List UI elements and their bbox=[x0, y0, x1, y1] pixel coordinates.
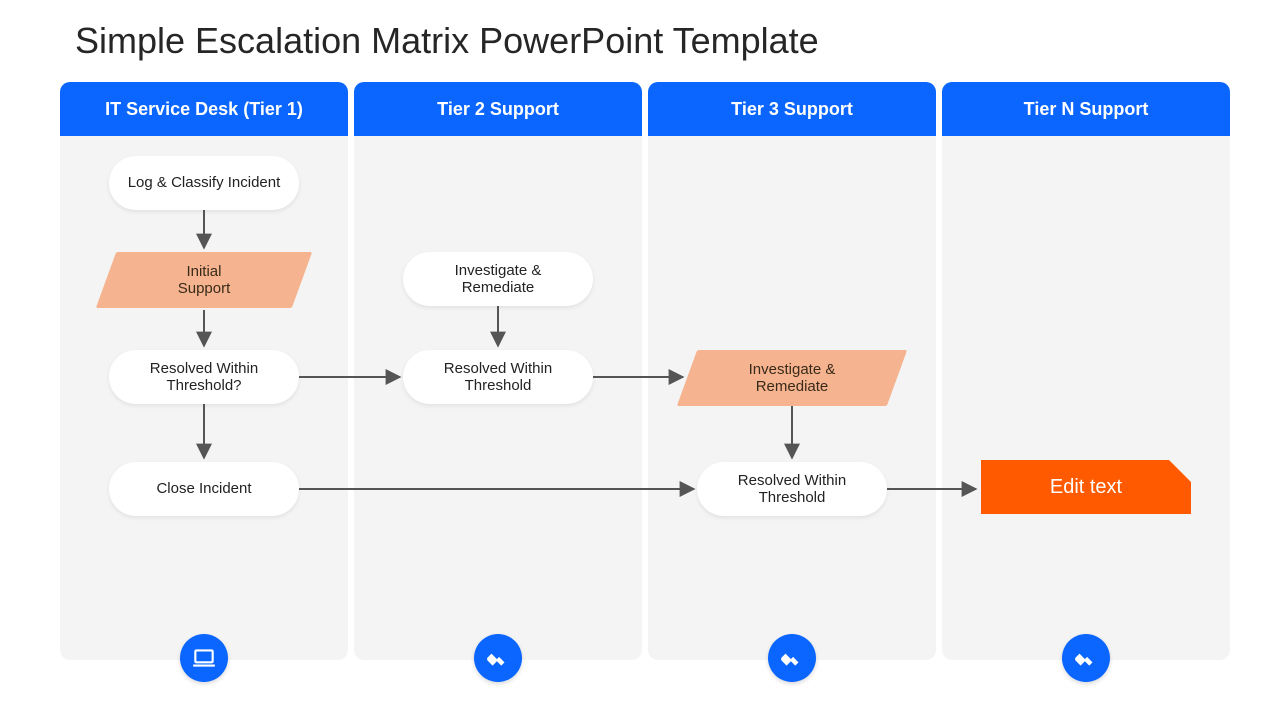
column-tier2: Tier 2 Support Investigate & Remediate R… bbox=[354, 82, 642, 660]
node-investigate-tier3[interactable]: Investigate &Remediate bbox=[687, 350, 897, 406]
handshake-icon bbox=[474, 634, 522, 682]
column-tier1: IT Service Desk (Tier 1) Log & Classify … bbox=[60, 82, 348, 660]
node-edit-text[interactable]: Edit text bbox=[981, 460, 1191, 514]
node-initial-support[interactable]: InitialSupport bbox=[106, 252, 302, 308]
column-tier3: Tier 3 Support Investigate &Remediate Re… bbox=[648, 82, 936, 660]
column-tierN-header: Tier N Support bbox=[942, 82, 1230, 136]
node-resolved-tier3[interactable]: Resolved Within Threshold bbox=[697, 462, 887, 516]
handshake-icon bbox=[768, 634, 816, 682]
node-initial-support-label: InitialSupport bbox=[178, 263, 231, 298]
handshake-icon bbox=[1062, 634, 1110, 682]
column-tier2-header: Tier 2 Support bbox=[354, 82, 642, 136]
laptop-icon bbox=[180, 634, 228, 682]
node-close-incident[interactable]: Close Incident bbox=[109, 462, 299, 516]
column-tierN: Tier N Support Edit text bbox=[942, 82, 1230, 660]
column-tier3-header: Tier 3 Support bbox=[648, 82, 936, 136]
node-log-classify[interactable]: Log & Classify Incident bbox=[109, 156, 299, 210]
column-tier1-header: IT Service Desk (Tier 1) bbox=[60, 82, 348, 136]
node-resolved-tier2[interactable]: Resolved Within Threshold bbox=[403, 350, 593, 404]
node-resolved-tier1[interactable]: Resolved Within Threshold? bbox=[109, 350, 299, 404]
node-investigate-tier3-label: Investigate &Remediate bbox=[749, 361, 836, 396]
slide-title: Simple Escalation Matrix PowerPoint Temp… bbox=[75, 20, 819, 62]
node-investigate-tier2[interactable]: Investigate & Remediate bbox=[403, 252, 593, 306]
